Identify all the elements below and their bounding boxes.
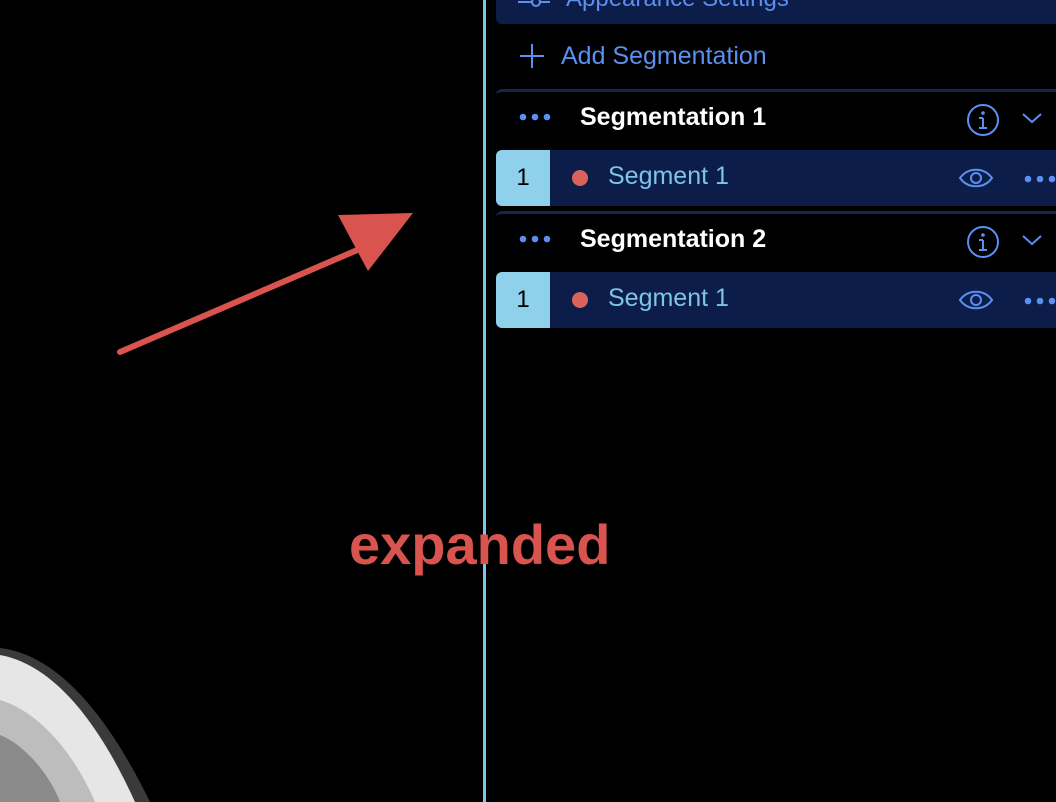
more-options-icon[interactable] [1023,172,1056,190]
segmentation-header[interactable]: Segmentation 1 [496,89,1056,150]
add-segmentation-button[interactable]: Add Segmentation [518,38,767,74]
add-segmentation-label: Add Segmentation [561,41,767,70]
segmentation-title: Segmentation 2 [580,225,767,253]
segmentation-header[interactable]: Segmentation 2 [496,211,1056,272]
appearance-settings-label: Appearance Settings [566,0,789,13]
segment-index: 1 [496,272,550,328]
sliders-icon [516,0,552,17]
segment-color-swatch[interactable] [572,292,588,308]
more-options-icon[interactable] [518,110,552,128]
more-options-icon[interactable] [518,232,552,250]
plus-icon [520,44,544,68]
more-options-icon[interactable] [1023,294,1056,312]
segment-label: Segment 1 [608,162,729,190]
annotation-label: expanded [349,513,611,576]
segmentation-title: Segmentation 1 [580,103,767,131]
annotation-arrow [117,213,413,355]
segment-color-swatch[interactable] [572,170,588,186]
ct-scan-image [0,648,150,802]
info-icon[interactable] [966,103,1000,142]
eye-icon[interactable] [958,287,994,318]
segment-index: 1 [496,150,550,206]
segmentation-panel: Appearance Settings Add Segmentation Seg… [486,0,1056,802]
chevron-down-icon[interactable] [1020,110,1044,131]
chevron-down-icon[interactable] [1020,232,1044,253]
eye-icon[interactable] [958,165,994,196]
chevron-up-icon[interactable] [1010,0,1028,4]
image-viewport[interactable] [0,0,484,802]
segment-label: Segment 1 [608,284,729,312]
appearance-settings-header[interactable]: Appearance Settings [496,0,1056,24]
segment-row[interactable]: 1 Segment 1 [496,150,1056,206]
segment-row[interactable]: 1 Segment 1 [496,272,1056,328]
info-icon[interactable] [966,225,1000,264]
